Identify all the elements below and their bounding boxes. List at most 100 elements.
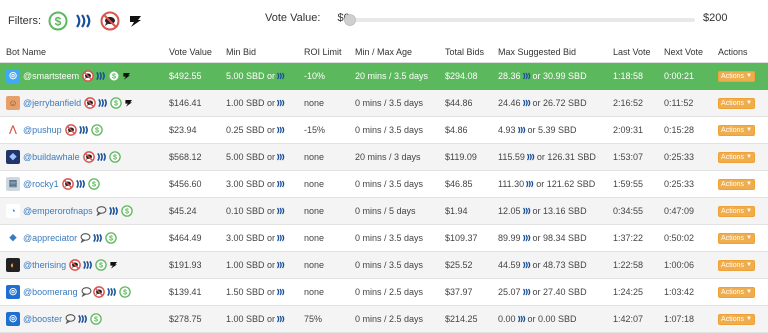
cell-total-bids: $37.97 [439,278,492,306]
cell-bot-name: ◎ @smartsteem $ [0,62,163,90]
cell-vote-value: $568.12 [163,143,220,171]
cell-roi-limit: none [298,224,349,252]
bot-name-link[interactable]: @therising [23,260,66,270]
table-row[interactable]: ◎ @smartsteem $ $492.55 5.00 SBD or -10% 20 mi… [0,62,768,90]
filter-no-comment-icon[interactable] [100,11,120,31]
actions-dropdown-button[interactable]: Actions ▼ [718,313,755,325]
actions-dropdown-button[interactable]: Actions ▼ [718,151,755,163]
cell-roi-limit: none [298,251,349,279]
svg-text:$: $ [112,71,116,80]
cell-bot-name: ☺ @jerrybanfield $ [0,89,163,117]
actions-dropdown-button[interactable]: Actions ▼ [718,232,755,244]
bot-name-link[interactable]: @rocky1 [23,179,59,189]
col-header-vote-value[interactable]: Vote Value [163,42,220,63]
steem-icon [276,288,285,295]
bot-name-link[interactable]: @pushup [23,125,62,135]
bot-name-link[interactable]: @appreciator [23,233,77,243]
steem-icon [526,180,534,187]
caret-down-icon: ▼ [746,127,752,133]
table-row[interactable]: ◎ @boomerang $ $139.41 1.50 SBD or none 0 mins… [0,278,768,306]
table-row[interactable]: ◆ @appreciator $ $464.49 3.00 SBD or none 0 mi… [0,224,768,252]
actions-dropdown-button[interactable]: Actions ▼ [718,286,755,298]
table-row[interactable]: ☺ @jerrybanfield $ $146.41 1.00 SBD or none 0 … [0,89,768,117]
caret-down-icon: ▼ [746,208,752,214]
cell-last-vote: 2:16:52 [607,89,658,117]
actions-dropdown-button[interactable]: Actions ▼ [718,124,755,136]
caret-down-icon: ▼ [746,316,752,322]
actions-dropdown-button[interactable]: Actions ▼ [718,205,755,217]
filter-refund-icon[interactable] [126,11,146,31]
slider-handle[interactable] [344,14,356,26]
cell-next-vote: 0:00:21 [658,62,712,90]
avatar: ⋀ [6,122,20,137]
steem-icon [276,99,285,106]
cell-total-bids: $109.37 [439,224,492,252]
avatar: ▤ [6,176,20,191]
steem-icon [522,261,530,268]
table-row[interactable]: ◔ @emperorofnaps $ $45.24 0.10 SBD or none 0 m… [0,197,768,225]
cell-total-bids: $294.08 [439,62,492,90]
col-header-min-bid[interactable]: Min Bid [220,42,298,63]
dollar-circle-icon: $ [108,150,121,163]
bot-name-link[interactable]: @jerrybanfield [23,98,81,108]
svg-text:$: $ [95,125,99,134]
min-bid-text: 1.50 SBD or [226,286,276,297]
cell-last-vote: 0:34:55 [607,197,658,225]
cell-last-vote: 1:22:58 [607,251,658,279]
steem-icon [276,180,285,187]
cell-min-max-age: 0 mins / 2.5 days [349,278,439,306]
bot-name-link[interactable]: @smartsteem [23,71,79,81]
steem-icon [276,234,285,241]
col-header-max-suggested-bid[interactable]: Max Suggested Bid [492,42,607,63]
cell-vote-value: $456.60 [163,170,220,198]
filter-steem-icon[interactable] [74,11,94,31]
col-header-last-vote[interactable]: Last Vote [607,42,658,63]
table-row[interactable]: ◐ @therising $ $191.93 1.00 SBD or none 0 mins… [0,251,768,279]
vote-value-slider[interactable] [344,14,695,26]
cell-min-max-age: 20 mins / 3.5 days [349,62,439,90]
col-header-bot-name[interactable]: Bot Name [0,42,163,63]
cell-max-suggested-bid: 12.05 or 13.16 SBD [492,197,607,225]
table-row[interactable]: ▤ @rocky1 $ $456.60 3.00 SBD or none 0 mins / … [0,170,768,198]
no-comment-icon [82,150,95,163]
col-header-total-bids[interactable]: Total Bids [439,42,492,63]
slider-track[interactable] [350,18,695,22]
cell-roi-limit: none [298,170,349,198]
bot-name-link[interactable]: @buildawhale [23,152,80,162]
suggested-sbd: or 5.39 SBD [527,124,577,135]
cell-min-bid: 1.00 SBD or [220,89,298,117]
actions-label: Actions [721,207,744,215]
min-bid-text: 3.00 SBD or [226,232,276,243]
caret-down-icon: ▼ [746,181,752,187]
steem-icon [522,72,530,79]
actions-dropdown-button[interactable]: Actions ▼ [718,97,755,109]
col-header-next-vote[interactable]: Next Vote [658,42,712,63]
filters-group: Filters: $ [8,11,152,31]
svg-text:$: $ [99,260,103,269]
col-header-roi-limit[interactable]: ROI Limit [298,42,349,63]
cell-bot-name: ▤ @rocky1 $ [0,170,163,198]
cell-roi-limit: none [298,89,349,117]
caret-down-icon: ▼ [746,100,752,106]
table-header-row: Bot Name Vote Value Min Bid ROI Limit Mi… [0,42,768,63]
filter-bar: Filters: $ Vote Value: $0 $200 [0,0,768,40]
vote-value-filter: Vote Value: $0 [265,12,695,26]
bot-name-link[interactable]: @boomerang [23,287,78,297]
filter-dollar-icon[interactable]: $ [48,11,68,31]
cell-actions: Actions ▼ [712,143,768,171]
actions-dropdown-button[interactable]: Actions ▼ [718,259,755,271]
suggested-steem: 28.36 [498,70,521,81]
steem-icon [82,259,94,271]
cell-min-max-age: 0 mins / 3.5 days [349,251,439,279]
actions-dropdown-button[interactable]: Actions ▼ [718,70,755,82]
actions-dropdown-button[interactable]: Actions ▼ [718,178,755,190]
dollar-circle-icon: $ [87,177,100,190]
col-header-min-max-age[interactable]: Min / Max Age [349,42,439,63]
cell-total-bids: $1.94 [439,197,492,225]
bot-name-link[interactable]: @emperorofnaps [23,206,93,216]
bid-bots-table: Bot Name Vote Value Min Bid ROI Limit Mi… [0,42,768,333]
cell-next-vote: 0:25:33 [658,143,712,171]
table-row[interactable]: ⋀ @pushup $ $23.94 0.25 SBD or -15% 0 mins / 3… [0,116,768,144]
cell-roi-limit: none [298,143,349,171]
table-row[interactable]: ◆ @buildawhale $ $568.12 5.00 SBD or none 20 m… [0,143,768,171]
